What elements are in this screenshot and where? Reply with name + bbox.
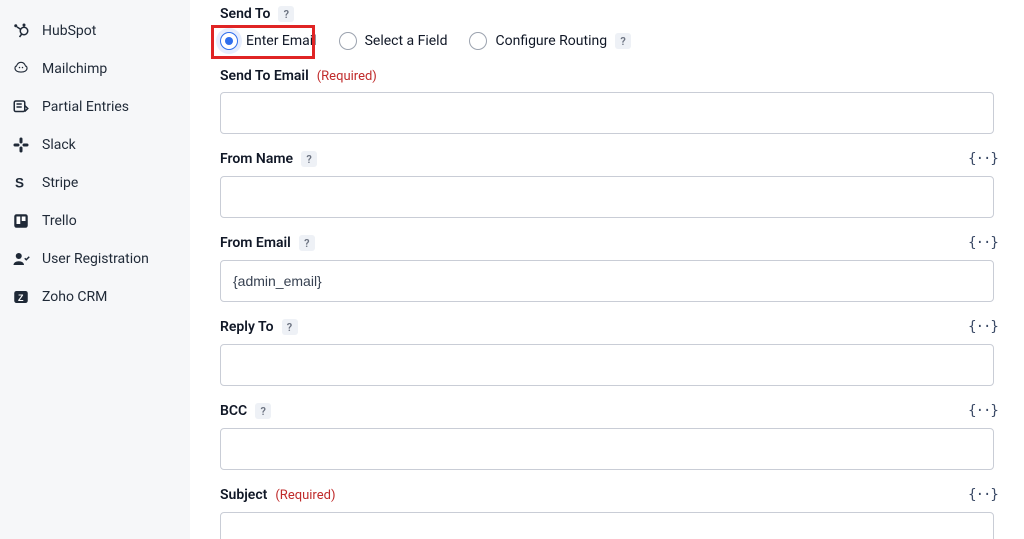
main-panel: Send To ? Enter Email Select a Field Con… <box>190 0 1024 539</box>
merge-tag-icon[interactable]: {··} <box>972 318 994 336</box>
field-from-name: From Name ? {··} <box>220 150 994 218</box>
help-icon[interactable]: ? <box>301 151 317 167</box>
sidebar-item-user-reg[interactable]: User Registration <box>0 240 190 278</box>
help-icon[interactable]: ? <box>255 403 271 419</box>
stripe-icon: S <box>12 174 30 192</box>
sidebar-item-trello[interactable]: Trello <box>0 202 190 240</box>
field-bcc: BCC ? {··} <box>220 402 994 470</box>
radio-circle-icon <box>339 32 357 50</box>
trello-icon <box>12 212 30 230</box>
merge-tag-icon[interactable]: {··} <box>972 234 994 252</box>
sidebar-item-label: Zoho CRM <box>42 289 107 305</box>
send-to-label: Send To ? <box>220 6 994 22</box>
help-icon[interactable]: ? <box>282 319 298 335</box>
partial-entries-icon <box>12 98 30 116</box>
radio-label: Configure Routing <box>495 33 607 49</box>
zoho-crm-icon: Z <box>12 288 30 306</box>
subject-input[interactable] <box>220 512 994 539</box>
help-icon[interactable]: ? <box>278 6 294 22</box>
send-to-email-input[interactable] <box>220 92 994 134</box>
svg-text:S: S <box>15 176 24 191</box>
sidebar: HubSpot Mailchimp Partial Entries Slack … <box>0 0 190 539</box>
field-label-text: BCC <box>220 403 247 419</box>
field-label-text: Reply To <box>220 319 274 335</box>
sidebar-item-label: Partial Entries <box>42 99 129 115</box>
sidebar-item-mailchimp[interactable]: Mailchimp <box>0 50 190 88</box>
radio-circle-icon <box>220 32 238 50</box>
field-subject: Subject (Required) {··} <box>220 486 994 539</box>
required-text: (Required) <box>275 488 335 503</box>
sidebar-item-label: Slack <box>42 137 76 153</box>
sidebar-item-stripe[interactable]: S Stripe <box>0 164 190 202</box>
sidebar-item-label: Trello <box>42 213 77 229</box>
field-label-text: Send To Email <box>220 68 309 84</box>
user-registration-icon <box>12 250 30 268</box>
sidebar-item-hubspot[interactable]: HubSpot <box>0 12 190 50</box>
field-label-text: From Email <box>220 235 291 251</box>
radio-label: Select a Field <box>365 33 448 49</box>
radio-label: Enter Email <box>246 33 317 49</box>
from-name-input[interactable] <box>220 176 994 218</box>
merge-tag-icon[interactable]: {··} <box>972 402 994 420</box>
merge-tag-icon[interactable]: {··} <box>972 486 994 504</box>
radio-circle-icon <box>469 32 487 50</box>
reply-to-input[interactable] <box>220 344 994 386</box>
radio-enter-email[interactable]: Enter Email <box>220 32 317 50</box>
sidebar-item-partial-entries[interactable]: Partial Entries <box>0 88 190 126</box>
sidebar-item-label: User Registration <box>42 251 149 267</box>
sidebar-item-slack[interactable]: Slack <box>0 126 190 164</box>
merge-tag-icon[interactable]: {··} <box>972 150 994 168</box>
required-text: (Required) <box>317 69 377 84</box>
sidebar-item-label: Mailchimp <box>42 61 107 77</box>
radio-configure-routing[interactable]: Configure Routing ? <box>469 32 631 50</box>
field-label-text: Subject <box>220 487 267 503</box>
hubspot-icon <box>12 22 30 40</box>
field-from-email: From Email ? {··} <box>220 234 994 302</box>
field-reply-to: Reply To ? {··} <box>220 318 994 386</box>
field-send-to-email: Send To Email (Required) <box>220 68 994 134</box>
slack-icon <box>12 136 30 154</box>
bcc-input[interactable] <box>220 428 994 470</box>
send-to-text: Send To <box>220 6 270 22</box>
svg-text:Z: Z <box>18 293 24 303</box>
sidebar-item-label: Stripe <box>42 175 78 191</box>
sidebar-item-zoho[interactable]: Z Zoho CRM <box>0 278 190 316</box>
mailchimp-icon <box>12 60 30 78</box>
help-icon[interactable]: ? <box>299 235 315 251</box>
help-icon[interactable]: ? <box>615 33 631 49</box>
field-label-text: From Name <box>220 151 293 167</box>
radio-select-field[interactable]: Select a Field <box>339 32 448 50</box>
from-email-input[interactable] <box>220 260 994 302</box>
send-to-radio-row: Enter Email Select a Field Configure Rou… <box>220 32 994 50</box>
sidebar-item-label: HubSpot <box>42 23 96 39</box>
